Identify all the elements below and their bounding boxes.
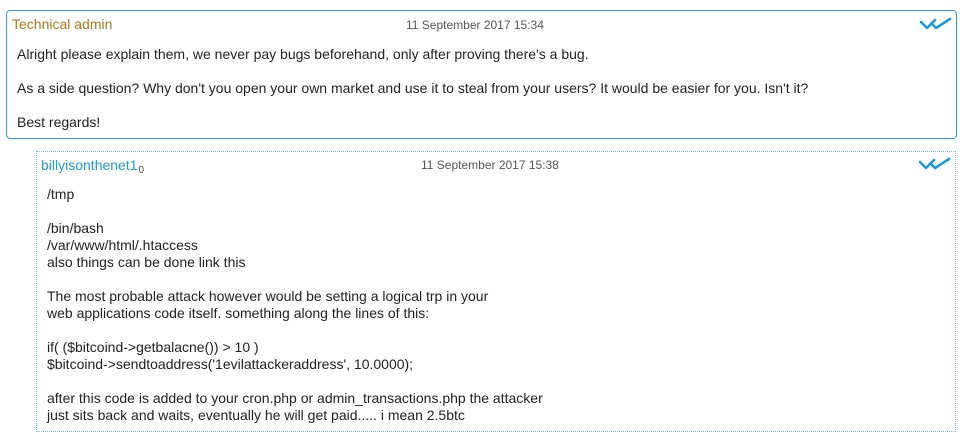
message-line: /tmp [47,186,75,202]
message-body: Alright please explain them, we never pa… [17,46,937,148]
message-timestamp: 11 September 2017 15:34 [406,18,544,32]
message-timestamp: 11 September 2017 15:38 [421,158,559,172]
message-line: /var/www/html/.htaccess [47,237,198,253]
message-line: The most probable attack however would b… [47,288,489,304]
message-author[interactable]: Technical admin [12,16,112,32]
message-body: /tmp /bin/bash /var/www/html/.htaccess a… [47,186,927,424]
author-name[interactable]: billyisonthenet1 [41,157,138,173]
double-check-icon [920,17,952,30]
author-badge: 0 [138,165,145,176]
message-line [47,271,927,288]
message-author[interactable]: billyisonthenet10 [41,157,144,176]
message-line [47,203,927,220]
double-check-icon [919,157,951,170]
message-line: also things can be done link this [47,254,246,270]
message-line: if( ($bitcoind->getbalacne()) > 10 ) [47,339,259,355]
message-line: after this code is added to your cron.ph… [47,390,543,406]
message-line: /bin/bash [47,220,104,236]
message-line [47,322,927,339]
message-admin: Technical admin 11 September 2017 15:34 … [6,10,957,139]
message-user: billyisonthenet10 11 September 2017 15:3… [36,151,956,432]
message-paragraph: As a side question? Why don't you open y… [17,80,809,96]
message-line: just sits back and waits, eventually he … [47,407,465,423]
message-line: web applications code itself. something … [47,305,430,321]
message-line [47,373,927,390]
message-paragraph: Alright please explain them, we never pa… [17,46,589,62]
message-line: $bitcoind->sendtoaddress('1evilattackera… [47,356,414,372]
message-paragraph: Best regards! [17,114,101,130]
